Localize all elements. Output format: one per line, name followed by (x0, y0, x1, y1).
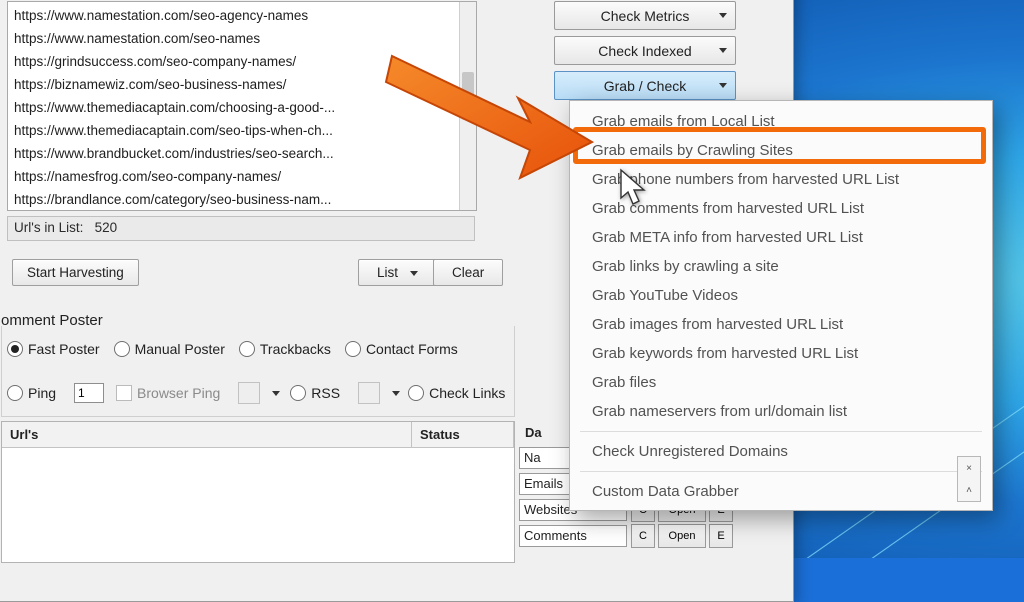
browser-ping-checkbox[interactable]: Browser Ping (116, 385, 220, 401)
comment-poster-row1: Fast Poster Manual Poster Trackbacks Con… (7, 341, 472, 357)
url-count-label: Url's in List: (14, 220, 83, 235)
url-list-item[interactable]: https://www.namestation.com/seo-names (14, 27, 460, 50)
check-links-label: Check Links (429, 385, 505, 401)
check-indexed-label: Check Indexed (598, 43, 691, 59)
harvested-url-list[interactable]: https://www.namestation.com/seo-agency-n… (7, 1, 477, 211)
comment-poster-row2: Ping Browser Ping RSS Check Links (7, 382, 519, 404)
menu-grab-nameservers[interactable]: Grab nameservers from url/domain list (570, 397, 992, 426)
radio-dot-icon (7, 385, 23, 401)
results-grid[interactable]: Url's Status (1, 421, 515, 563)
chevron-down-icon (719, 13, 727, 18)
widget-close-icon[interactable]: × (966, 463, 972, 474)
ping-radio[interactable]: Ping (7, 385, 56, 401)
results-grid-header: Url's Status (2, 422, 514, 448)
url-list-item[interactable]: https://www.brandbucket.com/industries/s… (14, 142, 460, 165)
comments-open-button[interactable]: Open (658, 524, 706, 548)
url-list-item[interactable]: https://www.themediacaptain.com/choosing… (14, 96, 460, 119)
url-list-item[interactable]: https://biznamewiz.com/seo-business-name… (14, 73, 460, 96)
url-list-scrollbar[interactable] (459, 2, 476, 210)
rss-label: RSS (311, 385, 340, 401)
start-harvesting-button[interactable]: Start Harvesting (12, 259, 139, 286)
radio-dot-icon (239, 341, 255, 357)
column-status[interactable]: Status (412, 422, 514, 447)
fast-poster-radio[interactable]: Fast Poster (7, 341, 100, 357)
check-metrics-label: Check Metrics (601, 8, 690, 24)
menu-grab-files[interactable]: Grab files (570, 368, 992, 397)
url-list-item[interactable]: https://grindsuccess.com/seo-company-nam… (14, 50, 460, 73)
checkbox-icon (116, 385, 132, 401)
radio-dot-icon (114, 341, 130, 357)
radio-dot-icon (290, 385, 306, 401)
url-list-content: https://www.namestation.com/seo-agency-n… (14, 4, 460, 211)
widget-up-icon[interactable]: ˄ (966, 485, 972, 496)
radio-dot-icon (408, 385, 424, 401)
clear-button-label: Clear (452, 265, 484, 280)
url-count-value: 520 (95, 220, 118, 235)
menu-separator (580, 471, 982, 472)
url-list-item[interactable]: https://www.themediacaptain.com/seo-tips… (14, 119, 460, 142)
list-dropdown-button[interactable]: List (358, 259, 439, 286)
menu-custom-data-grabber[interactable]: Custom Data Grabber (570, 477, 992, 506)
trackbacks-label: Trackbacks (260, 341, 331, 357)
chevron-down-icon (272, 391, 280, 396)
menu-grab-images[interactable]: Grab images from harvested URL List (570, 310, 992, 339)
chevron-down-icon (410, 271, 418, 276)
contact-forms-radio[interactable]: Contact Forms (345, 341, 458, 357)
url-list-item[interactable]: https://brandlance.com/category/seo-busi… (14, 188, 460, 211)
contact-forms-label: Contact Forms (366, 341, 458, 357)
rss-radio[interactable]: RSS (290, 385, 340, 401)
grab-check-dropdown[interactable]: Grab / Check (554, 71, 736, 100)
comments-field[interactable]: Comments (519, 525, 627, 547)
manual-poster-radio[interactable]: Manual Poster (114, 341, 225, 357)
menu-grab-keywords[interactable]: Grab keywords from harvested URL List (570, 339, 992, 368)
comments-e-button[interactable]: E (709, 524, 733, 548)
radio-dot-icon (7, 341, 23, 357)
menu-grab-links[interactable]: Grab links by crawling a site (570, 252, 992, 281)
rss-square-icon[interactable] (358, 382, 380, 404)
list-button-label: List (377, 265, 398, 280)
ping-count-input[interactable] (74, 383, 104, 403)
start-harvesting-label: Start Harvesting (27, 265, 124, 280)
chevron-down-icon (719, 48, 727, 53)
check-indexed-dropdown[interactable]: Check Indexed (554, 36, 736, 65)
settings-square-icon[interactable] (238, 382, 260, 404)
clear-button[interactable]: Clear (433, 259, 503, 286)
column-urls[interactable]: Url's (2, 422, 412, 447)
trackbacks-radio[interactable]: Trackbacks (239, 341, 331, 357)
menu-separator (580, 431, 982, 432)
scrollbar-thumb[interactable] (462, 72, 474, 120)
fast-poster-label: Fast Poster (28, 341, 100, 357)
radio-dot-icon (345, 341, 361, 357)
menu-grab-youtube[interactable]: Grab YouTube Videos (570, 281, 992, 310)
mouse-cursor-icon (618, 168, 652, 208)
check-metrics-dropdown[interactable]: Check Metrics (554, 1, 736, 30)
ping-label: Ping (28, 385, 56, 401)
chevron-down-icon (719, 83, 727, 88)
manual-poster-label: Manual Poster (135, 341, 225, 357)
comments-c-button[interactable]: C (631, 524, 655, 548)
data-row-comments: Comments C Open E (519, 524, 777, 548)
url-list-item[interactable]: https://www.namestation.com/seo-agency-n… (14, 4, 460, 27)
browser-ping-label: Browser Ping (137, 385, 220, 401)
minimized-widget[interactable]: × ˄ (957, 456, 981, 502)
menu-grab-meta[interactable]: Grab META info from harvested URL List (570, 223, 992, 252)
menu-check-unregistered[interactable]: Check Unregistered Domains (570, 437, 992, 466)
url-list-item[interactable]: https://namesfrog.com/seo-company-names/ (14, 165, 460, 188)
chevron-down-icon (392, 391, 400, 396)
tutorial-highlight-box (573, 127, 986, 164)
check-links-radio[interactable]: Check Links (408, 385, 505, 401)
url-count-bar: Url's in List: 520 (7, 216, 475, 241)
grab-check-label: Grab / Check (604, 78, 686, 94)
